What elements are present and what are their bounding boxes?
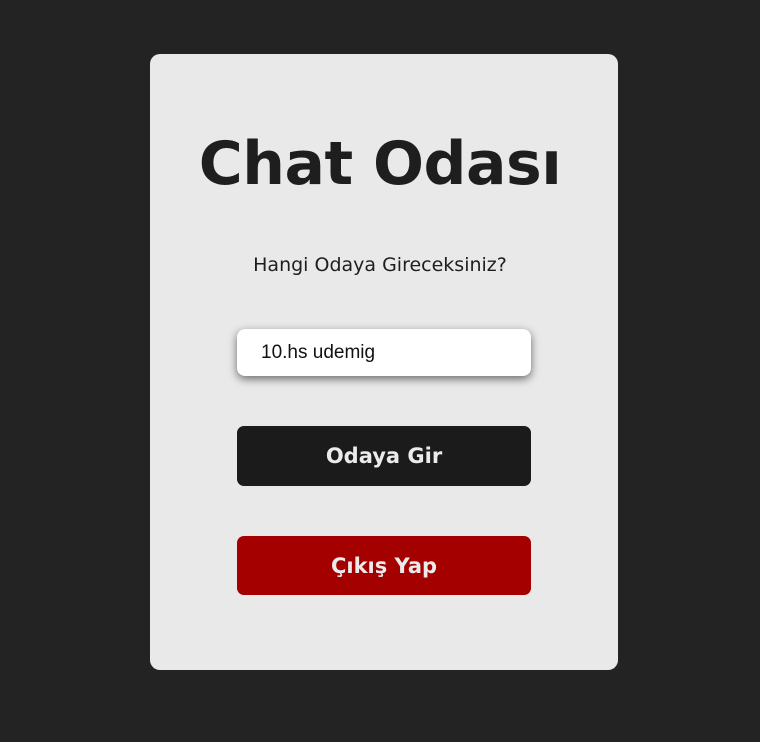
logout-button[interactable]: Çıkış Yap [237,536,531,595]
page-title: Chat Odası [198,129,562,199]
room-name-input[interactable] [237,329,531,376]
join-room-button[interactable]: Odaya Gir [237,426,531,486]
room-question-label: Hangi Odaya Gireceksiniz? [253,254,507,276]
